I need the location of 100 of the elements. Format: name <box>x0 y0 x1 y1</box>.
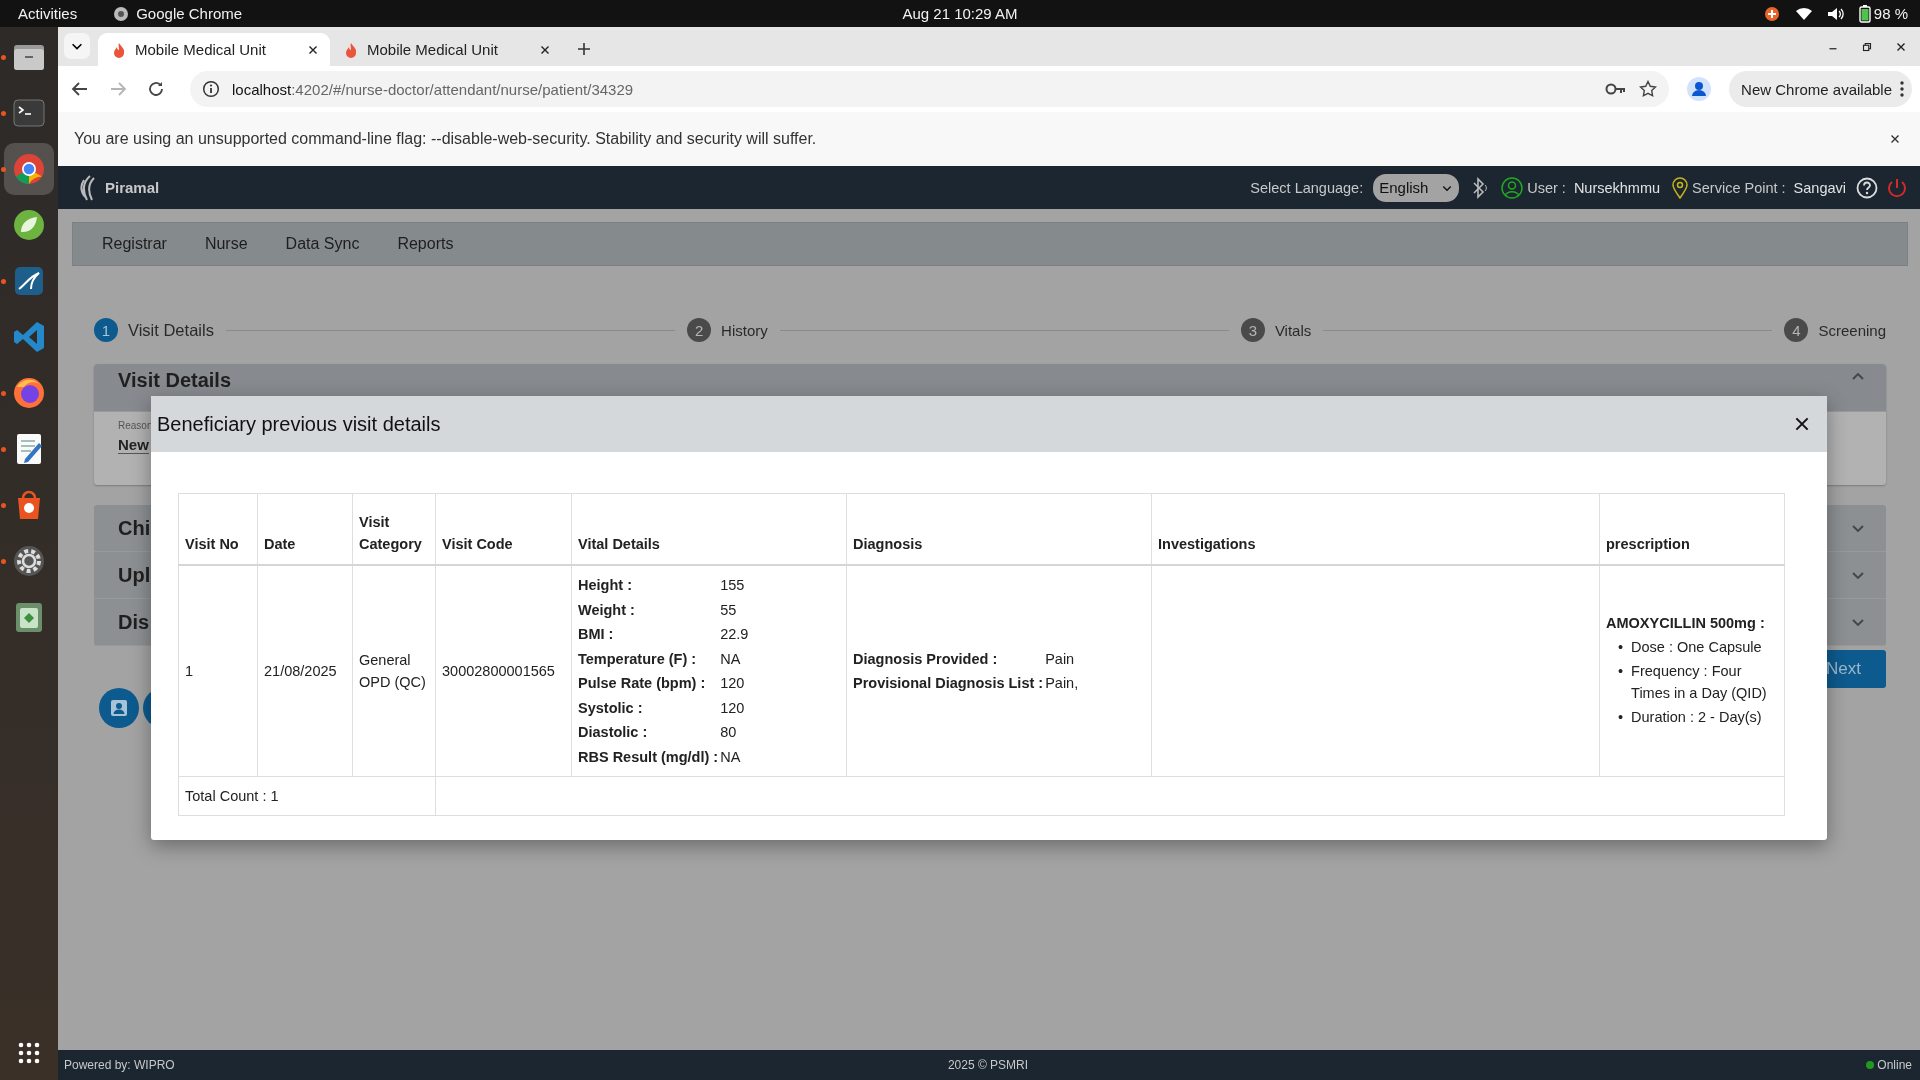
column-header: prescription <box>1599 493 1785 565</box>
nav-link[interactable]: Data Sync <box>266 235 379 253</box>
settings-icon <box>11 543 47 579</box>
vital-label: Pulse Rate (bpm) : <box>578 674 707 693</box>
service-point-name: Sangavi <box>1793 179 1846 196</box>
panel-title: Dis <box>118 610 150 634</box>
app-name: Google Chrome <box>136 5 243 22</box>
vital-value: 80 <box>720 723 738 742</box>
warning-message: You are using an unsupported command-line flag: --disable-web-security. Stability and security will suffer. <box>74 130 818 148</box>
volume-icon[interactable] <box>1826 6 1845 21</box>
column-header: Diagnosis <box>846 493 1152 565</box>
table-cell: 1 <box>178 565 258 776</box>
tab-search-button[interactable] <box>64 33 90 59</box>
round-button[interactable] <box>99 688 139 728</box>
dosage-item: Dose : One Capsule <box>1631 637 1762 657</box>
star-icon[interactable] <box>1639 80 1658 98</box>
key-icon[interactable] <box>1605 82 1628 96</box>
flame-icon <box>112 41 126 58</box>
bluetooth-icon <box>1471 176 1490 199</box>
vital-value: NA <box>720 649 742 669</box>
battery-level: 98 % <box>1873 5 1908 22</box>
help-icon[interactable] <box>1856 176 1878 199</box>
step-label[interactable]: Screening <box>1818 321 1886 339</box>
table-cell: 30002800001565 <box>435 565 572 776</box>
reload-icon[interactable] <box>146 79 166 99</box>
panel-title: Visit Details <box>118 369 232 392</box>
diagnosis-label: Diagnosis Provided : <box>853 649 999 669</box>
diagnosis-value: Pain <box>1045 649 1076 669</box>
vital-value: 55 <box>720 600 738 620</box>
address-bar[interactable]: localhost:4202/#/nurse-doctor/attendant/nurse/patient/34329 <box>190 71 1670 107</box>
drug-name: AMOXYCILLIN 500mg : <box>1606 613 1766 633</box>
table-cell: General OPD (QC) <box>352 565 436 776</box>
column-header: Vital Details <box>571 493 847 565</box>
copyright: 2025 © PSMRI <box>947 1058 1029 1072</box>
leaf-icon <box>11 207 47 243</box>
vital-label: BMI : <box>578 625 615 644</box>
vital-label: Weight : <box>578 600 636 620</box>
bullet: • <box>1618 661 1624 681</box>
bullet: • <box>1618 637 1624 657</box>
vital-value: 120 <box>720 674 746 693</box>
total-count: Total Count : 1 <box>178 776 436 815</box>
battery-icon <box>1858 4 1871 23</box>
id-card-icon <box>110 699 128 717</box>
nav-link[interactable]: Registrar <box>83 235 186 253</box>
step-number[interactable]: 4 <box>1784 318 1809 342</box>
browser-tab[interactable]: Mobile Medical Unit <box>98 33 330 66</box>
field-value[interactable]: New <box>118 436 149 454</box>
step-label[interactable]: History <box>721 321 768 339</box>
column-header: Visit Category <box>352 493 436 565</box>
column-header: Visit Code <box>435 493 572 565</box>
step-label[interactable]: Vitals <box>1274 321 1312 339</box>
browser-icon <box>11 151 47 187</box>
location-pin-icon <box>1672 176 1689 199</box>
table-cell: 21/08/2025 <box>257 565 353 776</box>
clock[interactable]: Aug 21 10:29 AM <box>902 5 1018 22</box>
code-editor-icon <box>11 319 47 355</box>
vital-label: Temperature (F) : <box>578 649 698 669</box>
column-header: Date <box>257 493 353 565</box>
dosage-item: Frequency : Four Times in a Day (QID) <box>1631 661 1768 703</box>
modal-title: Beneficiary previous visit details <box>157 412 441 436</box>
firefox-icon <box>11 375 47 411</box>
language-label: Select Language: <box>1250 179 1364 196</box>
vital-label: RBS Result (mg/dl) : <box>578 747 719 767</box>
user-icon <box>1501 176 1524 199</box>
panel-title: Chi <box>118 516 151 540</box>
step-number[interactable]: 2 <box>687 318 712 342</box>
service-point-label: Service Point : <box>1692 179 1786 196</box>
app-grid-icon[interactable] <box>18 1042 40 1064</box>
brand-name: Piramal <box>105 179 160 196</box>
vital-label: Systolic : <box>578 698 644 718</box>
update-button[interactable]: New Chrome available <box>1729 71 1912 107</box>
column-header: Visit No <box>178 493 258 565</box>
language-select[interactable]: English <box>1373 173 1460 202</box>
power-icon[interactable] <box>1886 176 1908 199</box>
browser-icon <box>113 5 130 22</box>
close-icon[interactable] <box>1793 415 1811 433</box>
step-number[interactable]: 3 <box>1240 318 1265 342</box>
flame-icon <box>344 41 358 58</box>
wifi-icon[interactable] <box>1794 6 1813 21</box>
diagnosis-value: Pain, <box>1045 674 1080 693</box>
activities-button[interactable]: Activities <box>18 5 78 22</box>
column-header: Investigations <box>1151 493 1600 565</box>
profile-icon[interactable] <box>1687 77 1712 101</box>
nav-link[interactable]: Nurse <box>185 235 267 253</box>
new-tab-icon[interactable] <box>576 41 592 57</box>
vital-label: Diastolic : <box>578 723 649 742</box>
panel-title: Upl <box>118 563 151 587</box>
info-icon[interactable] <box>202 80 220 98</box>
connection-status: Online <box>1877 1058 1912 1072</box>
browser-tab[interactable]: Mobile Medical Unit <box>330 33 562 66</box>
user-name: Nursekhmmu <box>1573 179 1661 196</box>
bullet: • <box>1618 707 1624 727</box>
dock-item[interactable] <box>4 143 54 195</box>
vital-value: 120 <box>720 698 746 718</box>
dosage-item: Duration : 2 - Day(s) <box>1631 707 1762 727</box>
step-number[interactable]: 1 <box>94 318 118 342</box>
nav-link[interactable]: Reports <box>378 235 473 253</box>
vital-value: 155 <box>720 576 746 595</box>
step-label[interactable]: Visit Details <box>128 320 214 340</box>
diagnosis-label: Provisional Diagnosis List : <box>853 674 1044 693</box>
